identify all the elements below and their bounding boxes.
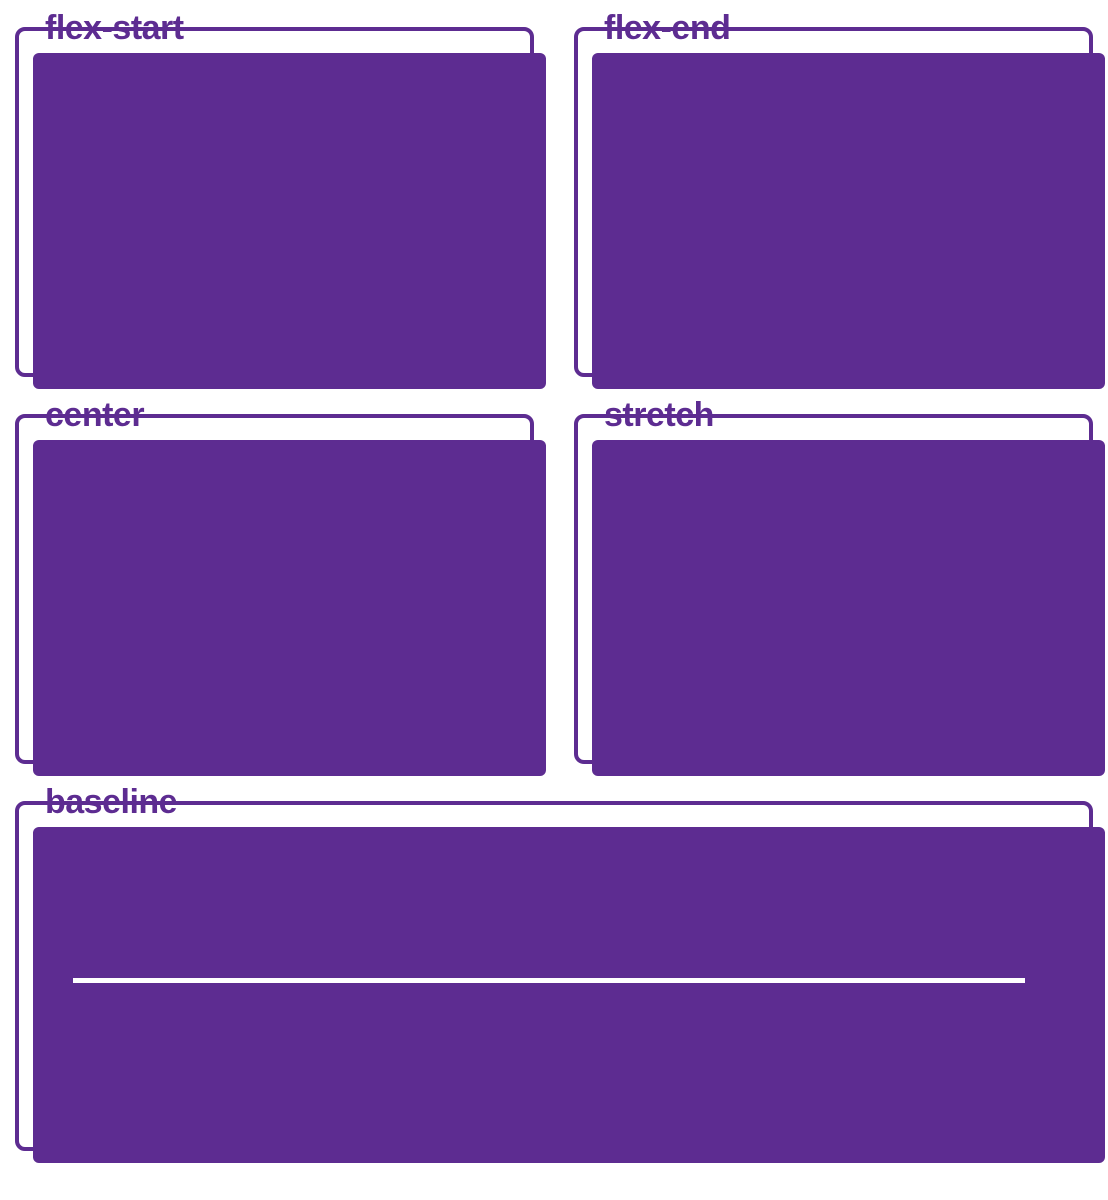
- container-outline: [15, 801, 1093, 1151]
- label-stretch: stretch: [604, 396, 714, 435]
- container-outline: [574, 414, 1093, 764]
- example-stretch: stretch: [574, 402, 1093, 764]
- label-baseline: baseline: [45, 783, 177, 822]
- content-box: [33, 440, 546, 776]
- container-outline: [574, 27, 1093, 377]
- baseline-indicator-line: [73, 978, 1025, 983]
- example-center: center: [15, 402, 534, 764]
- example-baseline: baseline: [15, 789, 1093, 1151]
- container-outline: [15, 414, 534, 764]
- content-box: [33, 53, 546, 389]
- content-box: [592, 53, 1105, 389]
- content-box: [33, 827, 1105, 1163]
- diagram-grid: flex-start flex-end center stretch basel…: [15, 15, 1093, 1151]
- example-flex-start: flex-start: [15, 15, 534, 377]
- content-box: [592, 440, 1105, 776]
- label-center: center: [45, 396, 144, 435]
- label-flex-start: flex-start: [45, 9, 184, 48]
- label-flex-end: flex-end: [604, 9, 730, 48]
- container-outline: [15, 27, 534, 377]
- example-flex-end: flex-end: [574, 15, 1093, 377]
